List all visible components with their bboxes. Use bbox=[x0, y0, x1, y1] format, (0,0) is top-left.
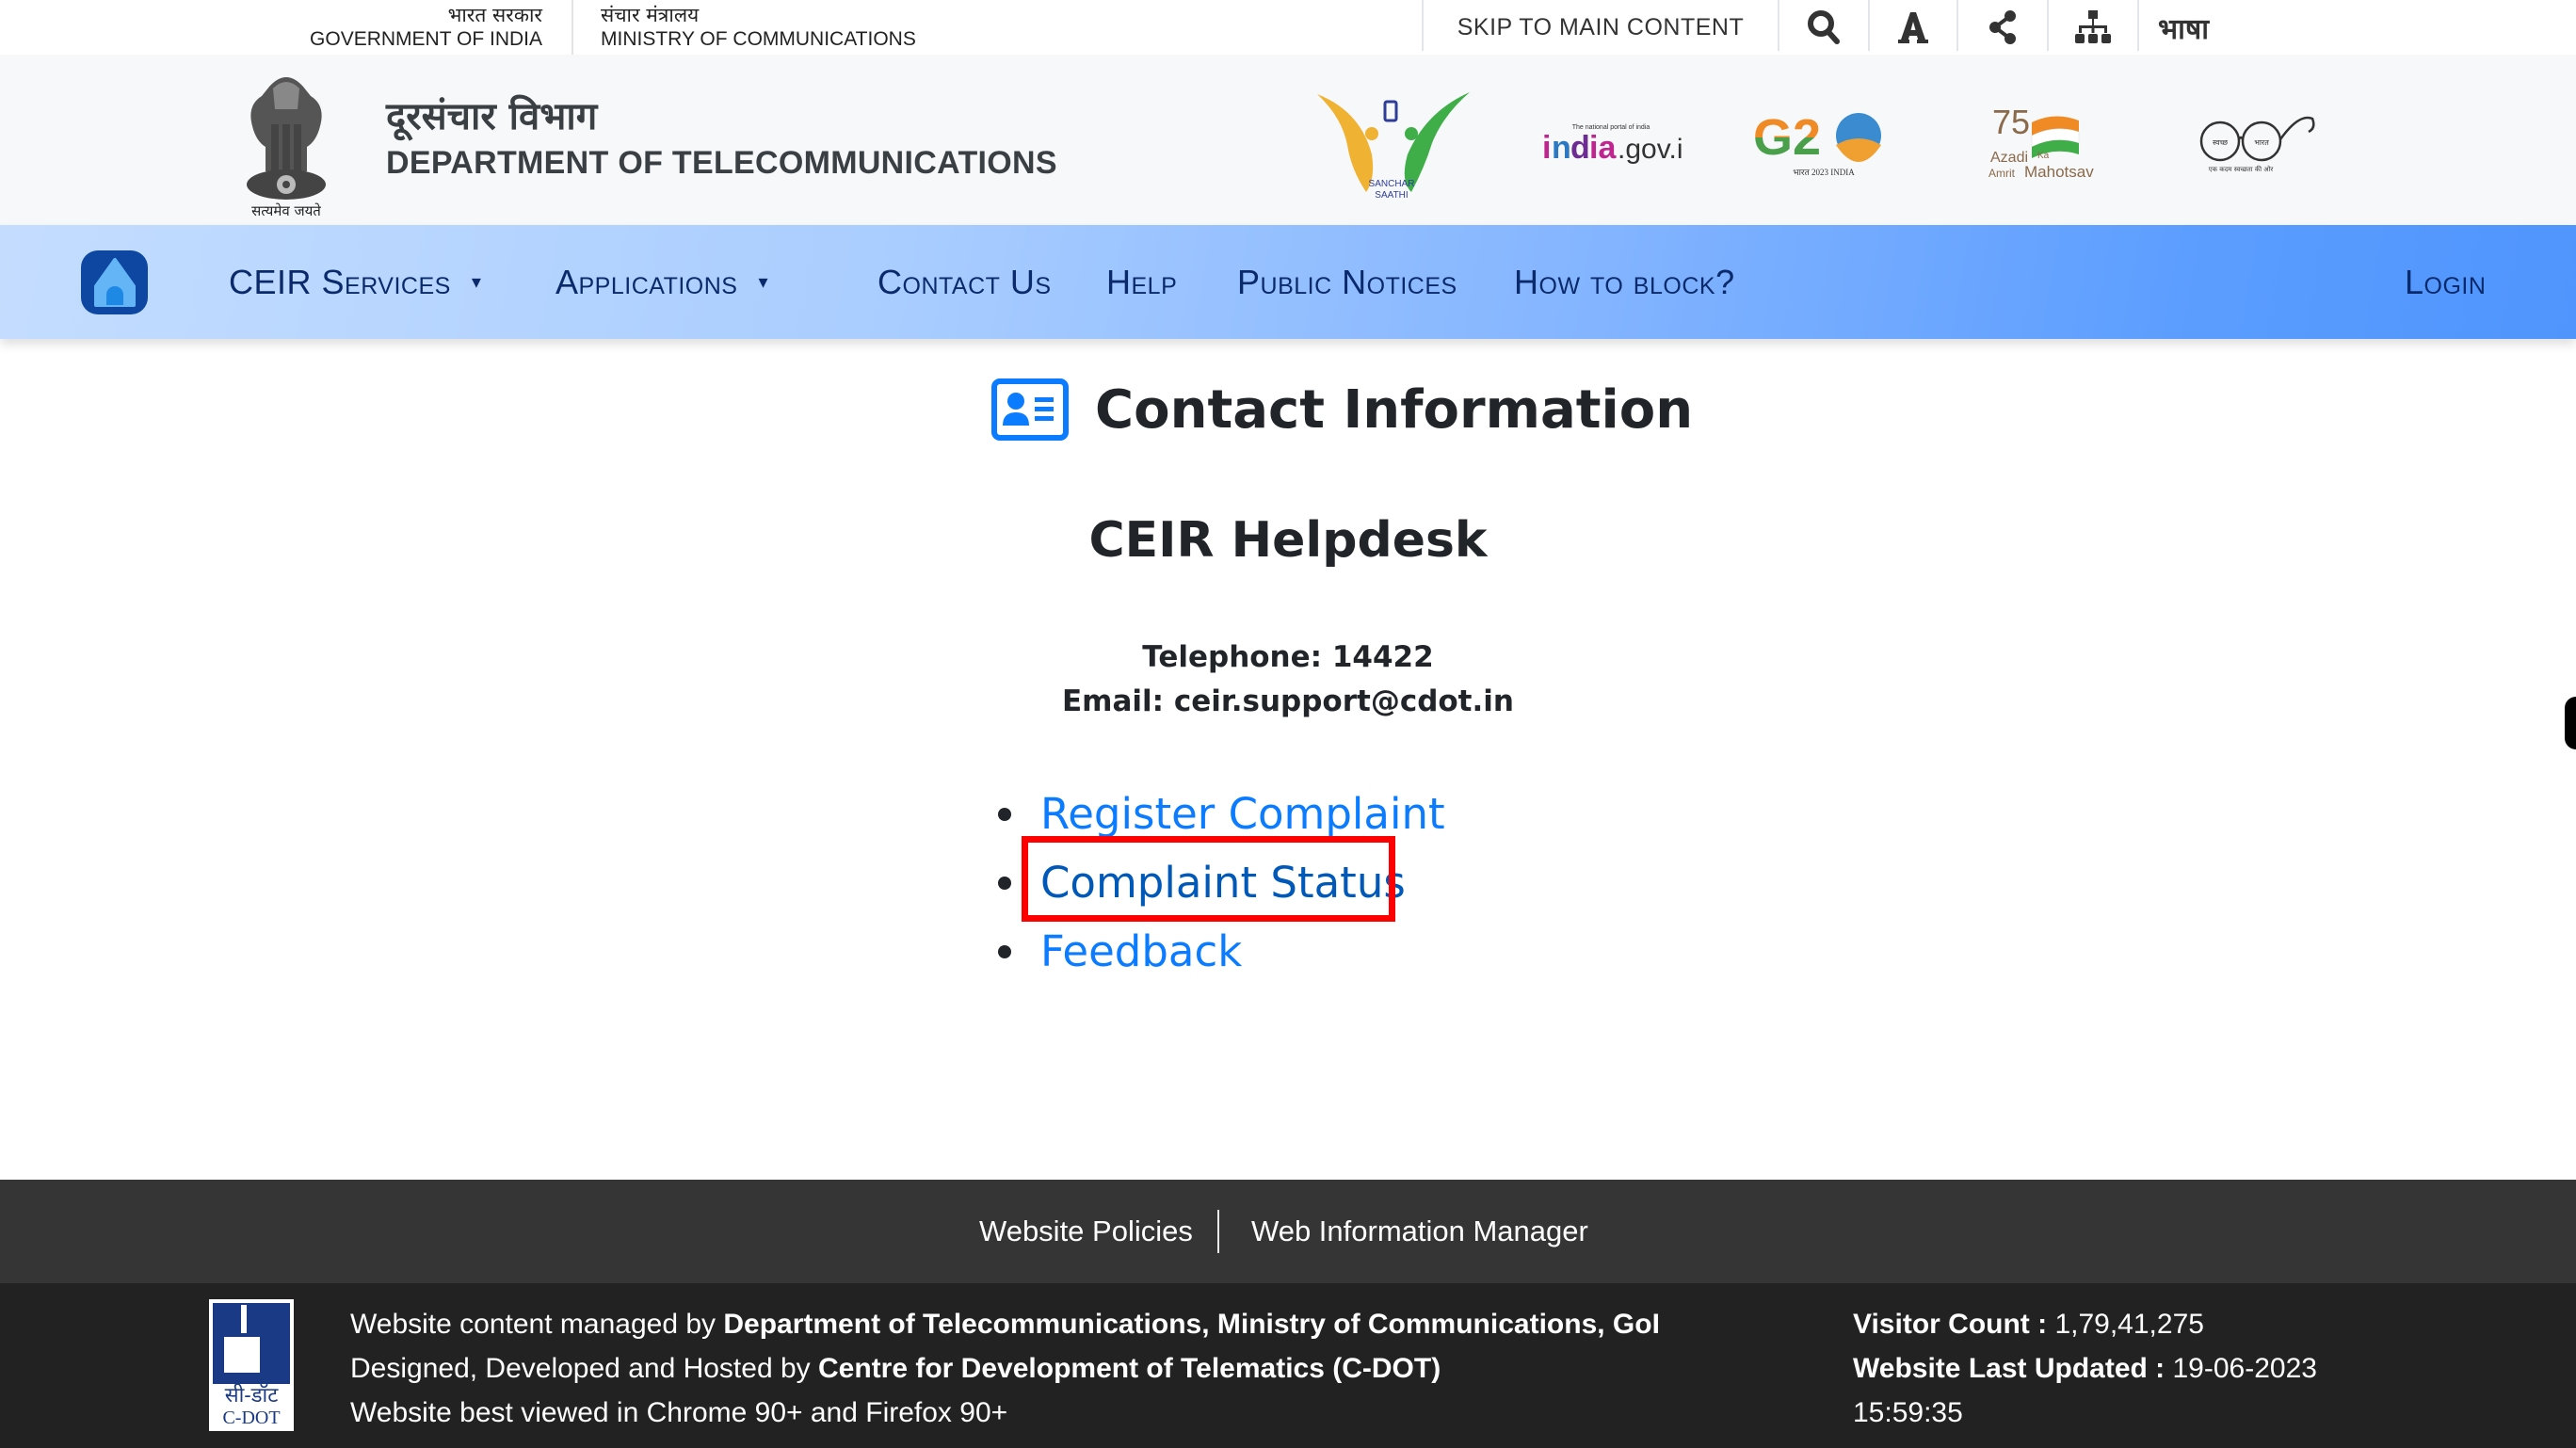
skip-to-main-content-link[interactable]: SKIP TO MAIN CONTENT bbox=[1424, 0, 1778, 55]
gov-hindi-text: भारत सरकार bbox=[447, 4, 542, 26]
national-emblem-logo: सत्यमेव जयते bbox=[241, 68, 331, 219]
helpdesk-heading: CEIR Helpdesk bbox=[1088, 512, 1488, 569]
last-updated-time: 15:59:35 bbox=[1853, 1397, 1963, 1428]
home-button[interactable] bbox=[81, 250, 148, 314]
managed-by-line: Website content managed by Department of… bbox=[350, 1309, 1660, 1340]
divider bbox=[1217, 1210, 1219, 1253]
feedback-link[interactable]: Feedback bbox=[1040, 926, 1242, 976]
last-updated-date: 19-06-2023 bbox=[2172, 1353, 2317, 1384]
svg-text:Ka: Ka bbox=[2037, 151, 2050, 161]
web-information-manager-link[interactable]: Web Information Manager bbox=[1251, 1180, 1588, 1283]
list-item: Feedback bbox=[989, 917, 1445, 986]
chevron-down-icon: ▾ bbox=[471, 272, 482, 293]
visitor-count-line: Visitor Count : 1,79,41,275 bbox=[1853, 1309, 2204, 1340]
svg-text:Amrit: Amrit bbox=[1988, 167, 2016, 179]
sitemap-button[interactable] bbox=[2049, 0, 2137, 55]
cdot-logo-english: C-DOT bbox=[222, 1408, 281, 1428]
azadi-ka-amrit-mahotsav-logo[interactable]: 75 Azadi Ka Amrit Mahotsav bbox=[1988, 103, 2111, 181]
designed-by-line: Designed, Developed and Hosted by Centre… bbox=[350, 1353, 1441, 1384]
emblem-icon bbox=[247, 77, 326, 200]
nav-public-notices[interactable]: Public Notices bbox=[1237, 225, 1457, 339]
nav-ceir-services[interactable]: CEIR Services ▾ bbox=[229, 225, 481, 339]
nav-label: Applications bbox=[555, 262, 738, 301]
bullet bbox=[998, 944, 1011, 958]
svg-text:एक कदम स्वच्छता की ओर: एक कदम स्वच्छता की ओर bbox=[2209, 165, 2274, 173]
visitor-count: 1,79,41,275 bbox=[2054, 1309, 2204, 1340]
font-size-button[interactable] bbox=[1870, 0, 1956, 55]
swachh-bharat-logo[interactable]: स्वच्छ भारत एक कदम स्वच्छता की ओर bbox=[2196, 111, 2318, 177]
nav-applications[interactable]: Applications ▾ bbox=[555, 225, 768, 339]
site-header: सत्यमेव जयते दूरसंचार विभाग DEPARTMENT O… bbox=[0, 55, 2576, 225]
bullet bbox=[998, 876, 1011, 890]
footer-stats: Visitor Count : 1,79,41,275 Website Last… bbox=[1853, 1302, 2317, 1435]
chevron-down-icon: ▾ bbox=[758, 272, 769, 293]
share-icon bbox=[1989, 10, 2016, 44]
cdot-logo-hindi: सी-डॉट bbox=[224, 1384, 279, 1408]
search-button[interactable] bbox=[1779, 0, 1868, 55]
register-complaint-link[interactable]: Register Complaint bbox=[1040, 789, 1445, 839]
svg-text:स्वच्छ: स्वच्छ bbox=[2213, 138, 2229, 147]
government-of-india-label: भारत सरकार GOVERNMENT OF INDIA bbox=[217, 4, 542, 51]
svg-text:75: 75 bbox=[1992, 104, 2030, 141]
side-feedback-tab[interactable] bbox=[2565, 697, 2576, 749]
top-utility-bar: भारत सरकार GOVERNMENT OF INDIA संचार मंत… bbox=[0, 0, 2576, 55]
emblem-motto: सत्यमेव जयते bbox=[251, 202, 321, 219]
svg-text:i: i bbox=[1542, 130, 1551, 166]
page-title: Contact Information bbox=[1095, 378, 1694, 441]
login-button[interactable]: Login bbox=[2405, 225, 2486, 339]
svg-text:भारत 2023 INDIA: भारत 2023 INDIA bbox=[1793, 168, 1855, 177]
footer-links-bar: Website Policies Web Information Manager bbox=[0, 1180, 2576, 1283]
font-size-icon bbox=[1898, 12, 1928, 43]
bullet bbox=[998, 807, 1011, 821]
svg-text:G2: G2 bbox=[1753, 109, 1821, 166]
cdot-logo: सी-डॉट C-DOT bbox=[209, 1299, 294, 1431]
language-selector[interactable]: भाषा bbox=[2139, 0, 2245, 55]
nav-how-to-block[interactable]: How to block? bbox=[1514, 225, 1735, 339]
telephone-text: Telephone: 14422 bbox=[1142, 640, 1434, 674]
page-title-row: Contact Information bbox=[991, 370, 1693, 449]
sanchar-saathi-logo[interactable]: SANCHAR SAATHI bbox=[1313, 88, 1473, 201]
sitemap-icon bbox=[2075, 10, 2111, 43]
g20-logo[interactable]: G2 भारत 2023 INDIA bbox=[1753, 104, 1894, 179]
last-updated-line: Website Last Updated : 19-06-2023 bbox=[1853, 1353, 2317, 1384]
svg-text:.gov.in: .gov.in bbox=[1618, 134, 1682, 165]
svg-text:भारत: भारत bbox=[2254, 138, 2269, 147]
svg-text:SAATHI: SAATHI bbox=[1375, 190, 1408, 201]
svg-text:Azadi: Azadi bbox=[1990, 150, 2028, 166]
email-text: Email: ceir.support@cdot.in bbox=[1062, 684, 1514, 718]
gov-english-text: GOVERNMENT OF INDIA bbox=[310, 28, 542, 50]
home-icon bbox=[93, 258, 136, 307]
svg-text:n: n bbox=[1552, 130, 1571, 166]
svg-text:Mahotsav: Mahotsav bbox=[2024, 163, 2094, 179]
footer-credits: Website content managed by Department of… bbox=[350, 1302, 1660, 1435]
search-icon bbox=[1808, 10, 1840, 44]
nav-contact-us[interactable]: Contact Us bbox=[877, 225, 1052, 339]
india-gov-in-logo[interactable]: The national portal of india i n d ia .g… bbox=[1540, 121, 1699, 168]
nav-label: CEIR Services bbox=[229, 262, 451, 301]
svg-text:SANCHAR: SANCHAR bbox=[1369, 179, 1415, 189]
department-name-english: DEPARTMENT OF TELECOMMUNICATIONS bbox=[386, 145, 1057, 181]
ministry-english-text: MINISTRY OF COMMUNICATIONS bbox=[601, 28, 916, 50]
main-navigation: CEIR Services ▾ Applications ▾ Contact U… bbox=[0, 225, 2576, 339]
website-policies-link[interactable]: Website Policies bbox=[979, 1180, 1193, 1283]
ministry-hindi-text: संचार मंत्रालय bbox=[601, 4, 700, 26]
footer-info: सी-डॉट C-DOT Website content managed by … bbox=[0, 1283, 2576, 1448]
share-button[interactable] bbox=[1958, 0, 2047, 55]
ministry-label: संचार मंत्रालय MINISTRY OF COMMUNICATION… bbox=[601, 4, 1034, 51]
highlight-annotation-box bbox=[1022, 836, 1395, 922]
nav-help[interactable]: Help bbox=[1106, 225, 1177, 339]
svg-text:d: d bbox=[1570, 130, 1590, 166]
department-name-hindi: दूरसंचार विभाग bbox=[386, 95, 598, 138]
divider bbox=[572, 0, 573, 55]
contact-card-icon bbox=[991, 378, 1069, 441]
svg-text:ia: ia bbox=[1589, 130, 1617, 166]
browser-note: Website best viewed in Chrome 90+ and Fi… bbox=[350, 1397, 1008, 1428]
